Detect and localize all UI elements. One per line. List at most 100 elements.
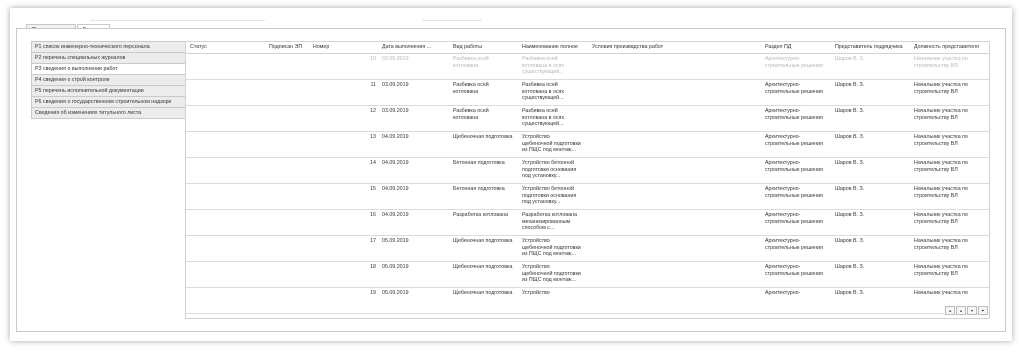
cell-work-type-line: Разбивка осей [453, 82, 489, 88]
table-row[interactable]: 15 04.09.2019 Бетонная подготовка Устройств… [186, 184, 989, 210]
cell-rep-position: Начальник участка по строительству ВЛ [914, 238, 968, 251]
column-header-contractor-rep[interactable]: Представитель подрядчика [835, 42, 903, 53]
column-header-section[interactable]: Раздел ПД [765, 42, 791, 53]
cell-number: 10 [370, 56, 376, 62]
column-header-conditions[interactable]: Условия производства работ [592, 42, 663, 53]
cell-rep-position: Начальник участка по строительству ВЛ [914, 160, 968, 173]
cell-number: 15 [370, 186, 376, 192]
table-row[interactable]: 13 04.09.2019 Щебеночная подготовка Устройс… [186, 132, 989, 158]
cell-work-type: Щебеночная подготовка [453, 134, 512, 141]
cell-number: 14 [370, 160, 376, 166]
cell-full-name-line: Устройство бетонной [522, 186, 574, 192]
cell-rep-position: Начальник участка по строительству ВЛ [914, 56, 968, 69]
column-header-date[interactable]: Дата выполнения ... [382, 42, 431, 53]
table-row[interactable]: 17 05.09.2019 Щебеночная подготовка Устройс… [186, 236, 989, 262]
cell-contractor-rep: Шаров В. З. [835, 134, 865, 140]
cell-date: 05.09.2019 [382, 238, 409, 244]
cell-date: 05.09.2019 [382, 290, 409, 296]
cell-full-name: Разбивка осей котлована в осях существующе… [522, 56, 564, 76]
grid-pager: ⏶ ▴ ▾ ⏷ [945, 306, 988, 315]
cell-section: Архитектурно-строительные решения [765, 82, 823, 95]
cell-full-name-line: существующей... [522, 95, 564, 101]
cell-rep-position-line: Начальник участка по [914, 82, 968, 88]
cell-work-type: Разработка котлована [453, 212, 508, 219]
cell-contractor-rep: Шаров В. З. [835, 264, 865, 270]
cell-work-type-line: котлована [453, 62, 479, 69]
column-header-number[interactable]: Номер [313, 42, 329, 53]
cell-contractor-rep: Шаров В. З. [835, 108, 865, 114]
section-item-title-changes[interactable]: Сведения об изменениях титульного листа [32, 108, 202, 119]
grid-header: Статус Подписан ЭП Номер Дата выполнения… [186, 42, 989, 54]
table-row[interactable]: 10 03.09.2019 Разбивка осей котлована Разбив… [186, 54, 989, 80]
cell-date: 03.09.2019 [382, 56, 409, 62]
table-row[interactable]: 12 03.09.2019 Разбивка осей котлована Разбив… [186, 106, 989, 132]
cell-number: 16 [370, 212, 376, 218]
section-item-r5[interactable]: Р5 перечень исполнительной документации [32, 86, 202, 97]
cell-work-type-line: Щебеночная подготовка [453, 134, 513, 140]
cell-work-type: Разбивка осей котлована [453, 82, 489, 95]
cell-date: 05.09.2019 [382, 264, 409, 270]
cell-date: 04.09.2019 [382, 212, 409, 218]
cell-section: Архитектурно- [765, 290, 800, 297]
cell-section: Архитектурно-строительные решения [765, 186, 823, 199]
section-item-r3[interactable]: Р3 сведения о выполнении работ [32, 64, 202, 75]
cell-rep-position: Начальник участка по строительству ВЛ [914, 134, 968, 147]
cell-section-line: Архитектурно- [765, 290, 801, 296]
section-item-r1[interactable]: Р1 список инженерно-технического персона… [32, 42, 202, 53]
cell-rep-position-line: Начальник участка по [914, 290, 968, 296]
column-header-status[interactable]: Статус [190, 42, 207, 53]
column-header-rep-position[interactable]: Должность представителя [914, 42, 979, 53]
cell-section-line: строительные решения [765, 218, 823, 225]
cell-rep-position-line: Начальник участка по [914, 56, 968, 62]
table-row[interactable]: 14 04.09.2019 Бетонная подготовка Устройств… [186, 158, 989, 184]
sections-list: Р1 список инженерно-технического персона… [31, 41, 203, 119]
cell-work-type: Разбивка осей котлована [453, 56, 489, 69]
cell-work-type-line: Разработка котлована [453, 212, 508, 218]
cell-rep-position: Начальник участка по строительству ВЛ [914, 108, 968, 121]
cell-full-name-line: существующей... [522, 69, 564, 75]
cell-rep-position-line: строительству ВЛ [914, 166, 958, 173]
column-header-work-type[interactable]: Вид работы [453, 42, 482, 53]
cell-section: Архитектурно-строительные решения [765, 238, 823, 251]
cell-section: Архитектурно-строительные решения [765, 56, 823, 69]
cell-section-line: строительные решения [765, 88, 823, 95]
column-header-full-name[interactable]: Наименование полное [522, 42, 578, 53]
cell-full-name: Устройство щебеночной подготовки из ПЩС по… [522, 134, 581, 154]
next-page-icon[interactable]: ▾ [967, 306, 977, 315]
cell-full-name-line: Разбивка осей [522, 56, 558, 62]
cell-rep-position-line: строительству ВЛ [914, 192, 958, 199]
cell-section-line: строительные решения [765, 244, 823, 251]
cell-full-name-line: из ПЩС под монтаж... [522, 147, 576, 153]
table-row[interactable]: 19 05.09.2019 Щебеночная подготовка Устройс… [186, 288, 989, 314]
first-page-icon[interactable]: ⏶ [945, 306, 955, 315]
cell-work-type: Щебеночная подготовка [453, 238, 512, 245]
section-item-r4[interactable]: Р4 сведения о строй контроле [32, 75, 202, 86]
column-header-signed[interactable]: Подписан ЭП [269, 42, 302, 53]
section-item-r6[interactable]: Р6 сведения о государственном строительн… [32, 97, 202, 108]
cell-rep-position: Начальник участка по строительству ВЛ [914, 212, 968, 225]
cell-full-name-line: под установку... [522, 199, 561, 205]
cell-rep-position-line: строительству ВЛ [914, 114, 958, 121]
cell-section: Архитектурно-строительные решения [765, 134, 823, 147]
table-row[interactable]: 18 05.09.2019 Щебеночная подготовка Устройс… [186, 262, 989, 288]
cell-work-type-line: Разбивка осей [453, 56, 489, 62]
cell-section: Архитектурно-строительные решения [765, 264, 823, 277]
cell-rep-position-line: Начальник участка по [914, 212, 968, 218]
section-item-r2[interactable]: Р2 перечень специальных журналов [32, 53, 202, 64]
cell-full-name: Устройство щебеночной подготовки из ПЩС по… [522, 238, 581, 258]
prev-page-icon[interactable]: ▴ [956, 306, 966, 315]
cell-contractor-rep: Шаров В. З. [835, 160, 865, 166]
top-divider [422, 20, 482, 21]
cell-full-name-line: Разработка котлована [522, 212, 577, 218]
last-page-icon[interactable]: ⏷ [978, 306, 988, 315]
cell-contractor-rep: Шаров В. З. [835, 82, 865, 88]
cell-rep-position: Начальник участка по строительству ВЛ [914, 82, 968, 95]
cell-full-name: Разбивка осей котлована в осях существующе… [522, 82, 564, 102]
cell-contractor-rep: Шаров В. З. [835, 186, 865, 192]
cell-work-type-line: Бетонная подготовка [453, 160, 505, 166]
cell-number: 19 [370, 290, 376, 296]
table-row[interactable]: 11 03.09.2019 Разбивка осей котлована Разбив… [186, 80, 989, 106]
cell-rep-position-line: строительству ВЛ [914, 218, 958, 225]
cell-section-line: строительные решения [765, 140, 823, 147]
table-row[interactable]: 16 04.09.2019 Разработка котлована Разработ… [186, 210, 989, 236]
